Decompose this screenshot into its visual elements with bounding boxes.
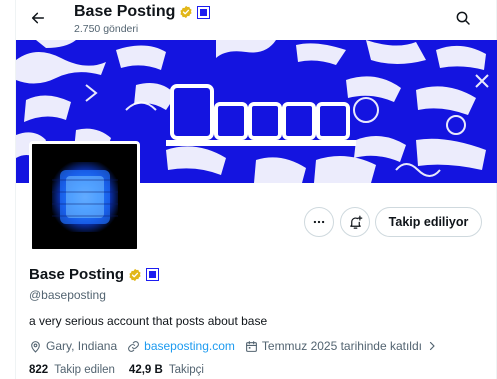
profile-location: Gary, Indiana (29, 339, 117, 353)
arrow-left-icon (31, 12, 45, 24)
header-titles: Base Posting 2.750 gönderi (74, 2, 211, 35)
profile-joined[interactable]: Temmuz 2025 tarihinde katıldı (245, 339, 438, 353)
joined-text: Temmuz 2025 tarihinde katıldı (261, 339, 422, 353)
bell-plus-icon (349, 215, 362, 229)
link-icon (128, 340, 140, 352)
top-bar: Base Posting 2.750 gönderi (0, 0, 497, 40)
affiliate-badge-icon[interactable] (146, 268, 160, 281)
chevron-right-icon (429, 341, 435, 351)
profile-avatar[interactable] (29, 141, 140, 252)
back-button[interactable] (24, 4, 52, 32)
followers-count: 42,9 B (128, 364, 163, 376)
following-count: 822 (29, 364, 49, 376)
affiliate-badge-icon (197, 5, 211, 19)
verified-badge-icon (180, 5, 192, 19)
profile-website: baseposting.com (127, 339, 235, 353)
location-text: Gary, Indiana (46, 339, 118, 353)
followers-label: Takipçi (168, 364, 204, 376)
following-stat[interactable]: 822 Takip edilen (29, 364, 115, 376)
more-icon (313, 220, 325, 224)
profile-bio: a very serious account that posts about … (29, 314, 268, 328)
header-post-count: 2.750 gönderi (74, 23, 139, 35)
avatar-image (32, 144, 137, 249)
followers-stat[interactable]: 42,9 B Takipçi (129, 364, 204, 376)
header-name-row: Base Posting (74, 2, 211, 22)
location-pin-icon (31, 340, 40, 353)
more-button[interactable] (304, 207, 334, 237)
profile-stats: 822 Takip edilen 42,9 B Takipçi (29, 364, 218, 376)
profile-display-name: Base Posting (29, 266, 125, 283)
profile-handle: @baseposting (29, 288, 106, 302)
website-link[interactable]: baseposting.com (144, 339, 235, 353)
header-title: Base Posting (74, 3, 176, 20)
profile-name-row: Base Posting (29, 266, 160, 283)
calendar-icon (245, 340, 257, 352)
following-label: Takip edilen (54, 364, 115, 376)
search-button[interactable] (449, 4, 477, 32)
verified-badge-icon[interactable] (128, 268, 142, 282)
profile-meta: Gary, Indiana baseposting.com Temmuz 202… (29, 339, 448, 353)
following-button[interactable]: Takip ediliyor (375, 207, 482, 237)
search-icon (456, 11, 470, 25)
notify-button[interactable] (340, 207, 370, 237)
